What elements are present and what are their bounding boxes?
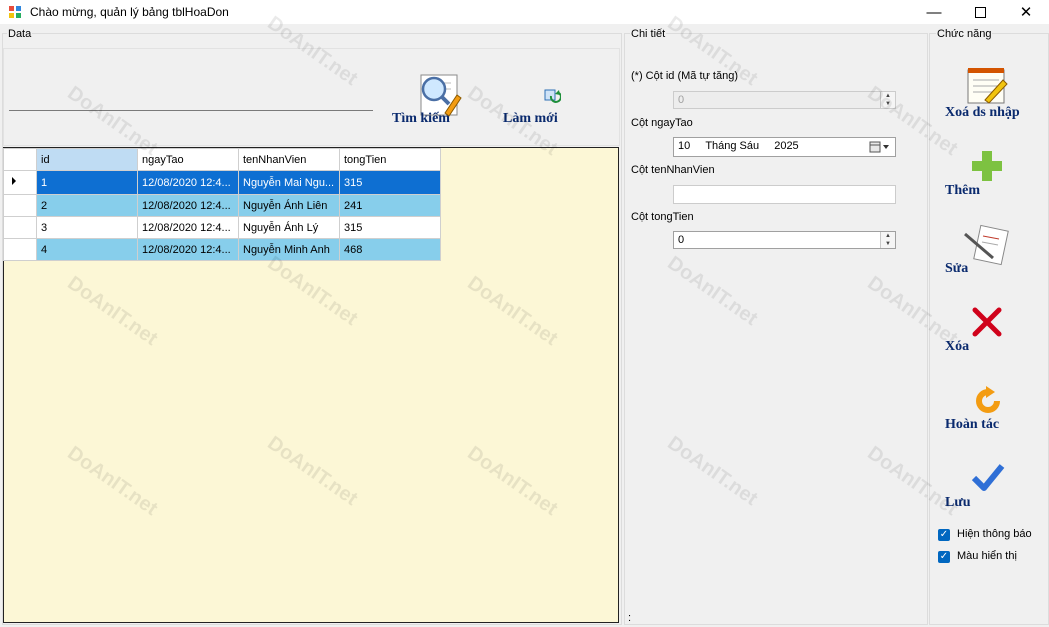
app-icon: [9, 6, 21, 18]
title-bar: Chào mừng, quản lý bảng tblHoaDon — ✕: [0, 0, 1049, 24]
row-selector[interactable]: [3, 216, 37, 239]
minimize-button[interactable]: —: [911, 0, 957, 24]
cell-id[interactable]: 2: [36, 194, 138, 217]
id-value: 0: [678, 94, 685, 106]
notepad-icon: [967, 68, 1008, 104]
table-row[interactable]: 1 12/08/2020 12:4... Nguyễn Mai Ngu... 3…: [3, 170, 441, 195]
id-spinner: ▲ ▼: [880, 92, 895, 108]
add-button[interactable]: Thêm: [945, 183, 980, 199]
row-pointer-icon: [12, 177, 16, 185]
cell-tongtien[interactable]: 315: [339, 170, 441, 195]
ngaytao-datepicker[interactable]: 10 Tháng Sáu 2025: [673, 137, 896, 157]
tongtien-label: Cột tongTien: [631, 211, 694, 223]
show-message-label: Hiện thông báo: [957, 528, 1032, 540]
minimize-icon: —: [926, 3, 942, 21]
column-header-tongtien[interactable]: tongTien: [339, 148, 441, 171]
show-message-checkbox[interactable]: ✓: [938, 529, 950, 541]
calendar-dropdown-icon[interactable]: [869, 141, 891, 153]
window-title: Chào mừng, quản lý bảng tblHoaDon: [30, 5, 229, 19]
close-icon: ✕: [1019, 4, 1033, 21]
cell-id[interactable]: 1: [36, 170, 138, 195]
data-group-label: Data: [7, 28, 33, 40]
table-row[interactable]: 4 12/08/2020 12:4... Nguyễn Minh Anh 468: [3, 238, 441, 261]
id-label: (*) Cột id (Mã tự tăng): [631, 70, 739, 82]
save-button[interactable]: Lưu: [945, 495, 971, 511]
detail-group-label: Chi tiết: [630, 28, 667, 40]
undo-button[interactable]: Hoàn tác: [945, 417, 999, 433]
cell-tongtien[interactable]: 315: [339, 216, 441, 239]
cell-tennhanvien[interactable]: Nguyễn Mai Ngu...: [238, 170, 340, 195]
cell-ngaytao[interactable]: 12/08/2020 12:4...: [137, 238, 239, 261]
table-row[interactable]: 3 12/08/2020 12:4... Nguyễn Ánh Lý 315: [3, 216, 441, 239]
check-icon: ✓: [939, 551, 949, 562]
cell-id[interactable]: 3: [36, 216, 138, 239]
row-selector[interactable]: [3, 170, 37, 195]
delete-x-icon: [972, 307, 1002, 337]
cell-ngaytao[interactable]: 12/08/2020 12:4...: [137, 170, 239, 195]
row-selector[interactable]: [3, 194, 37, 217]
tennhanvien-input[interactable]: [673, 185, 896, 204]
ngaytao-label: Cột ngayTao: [631, 117, 693, 129]
date-day[interactable]: 10: [678, 140, 690, 152]
edit-button[interactable]: Sửa: [945, 261, 968, 277]
check-icon: ✓: [939, 529, 949, 540]
delete-button[interactable]: Xóa: [945, 339, 969, 355]
table-row[interactable]: 2 12/08/2020 12:4... Nguyễn Ánh Liên 241: [3, 194, 441, 217]
refresh-icon: [544, 89, 561, 103]
cell-tennhanvien[interactable]: Nguyễn Ánh Lý: [238, 216, 340, 239]
undo-icon: [976, 386, 1000, 413]
function-group-label: Chức năng: [936, 28, 993, 40]
maximize-button[interactable]: [957, 0, 1003, 24]
id-field: 0 ▲ ▼: [673, 91, 896, 109]
maximize-icon: [974, 6, 986, 18]
edit-document-icon: [964, 224, 1009, 266]
refresh-button[interactable]: Làm mới: [503, 111, 558, 127]
date-month[interactable]: Tháng Sáu: [705, 140, 759, 152]
tongtien-spinner[interactable]: ▲ ▼: [880, 232, 895, 248]
cell-tennhanvien[interactable]: Nguyễn Ánh Liên: [238, 194, 340, 217]
detail-footer-text: :: [628, 612, 632, 624]
grid-corner-cell: [3, 148, 37, 171]
cell-tongtien[interactable]: 468: [339, 238, 441, 261]
plus-icon: [972, 151, 1002, 181]
clear-inputs-button[interactable]: Xoá ds nhập: [945, 105, 1020, 121]
color-display-checkbox[interactable]: ✓: [938, 551, 950, 563]
search-input[interactable]: [9, 86, 373, 111]
column-header-ngaytao[interactable]: ngayTao: [137, 148, 239, 171]
tennhanvien-label: Cột tenNhanVien: [631, 164, 715, 176]
color-display-label: Màu hiển thị: [957, 550, 1017, 562]
cell-ngaytao[interactable]: 12/08/2020 12:4...: [137, 194, 239, 217]
search-button[interactable]: Tìm kiếm: [392, 111, 450, 127]
cell-tongtien[interactable]: 241: [339, 194, 441, 217]
cell-tennhanvien[interactable]: Nguyễn Minh Anh: [238, 238, 340, 261]
close-button[interactable]: ✕: [1003, 0, 1049, 24]
tongtien-field[interactable]: 0 ▲ ▼: [673, 231, 896, 249]
row-selector[interactable]: [3, 238, 37, 261]
column-header-id[interactable]: id: [36, 148, 138, 171]
checkmark-icon: [971, 464, 1005, 491]
cell-id[interactable]: 4: [36, 238, 138, 261]
grid-header-row: id ngayTao tenNhanVien tongTien: [3, 148, 441, 171]
column-header-tennhanvien[interactable]: tenNhanVien: [238, 148, 340, 171]
data-grid[interactable]: id ngayTao tenNhanVien tongTien 1 12/08/…: [3, 148, 441, 261]
date-year[interactable]: 2025: [774, 140, 798, 152]
tongtien-value[interactable]: 0: [678, 234, 684, 246]
cell-ngaytao[interactable]: 12/08/2020 12:4...: [137, 216, 239, 239]
